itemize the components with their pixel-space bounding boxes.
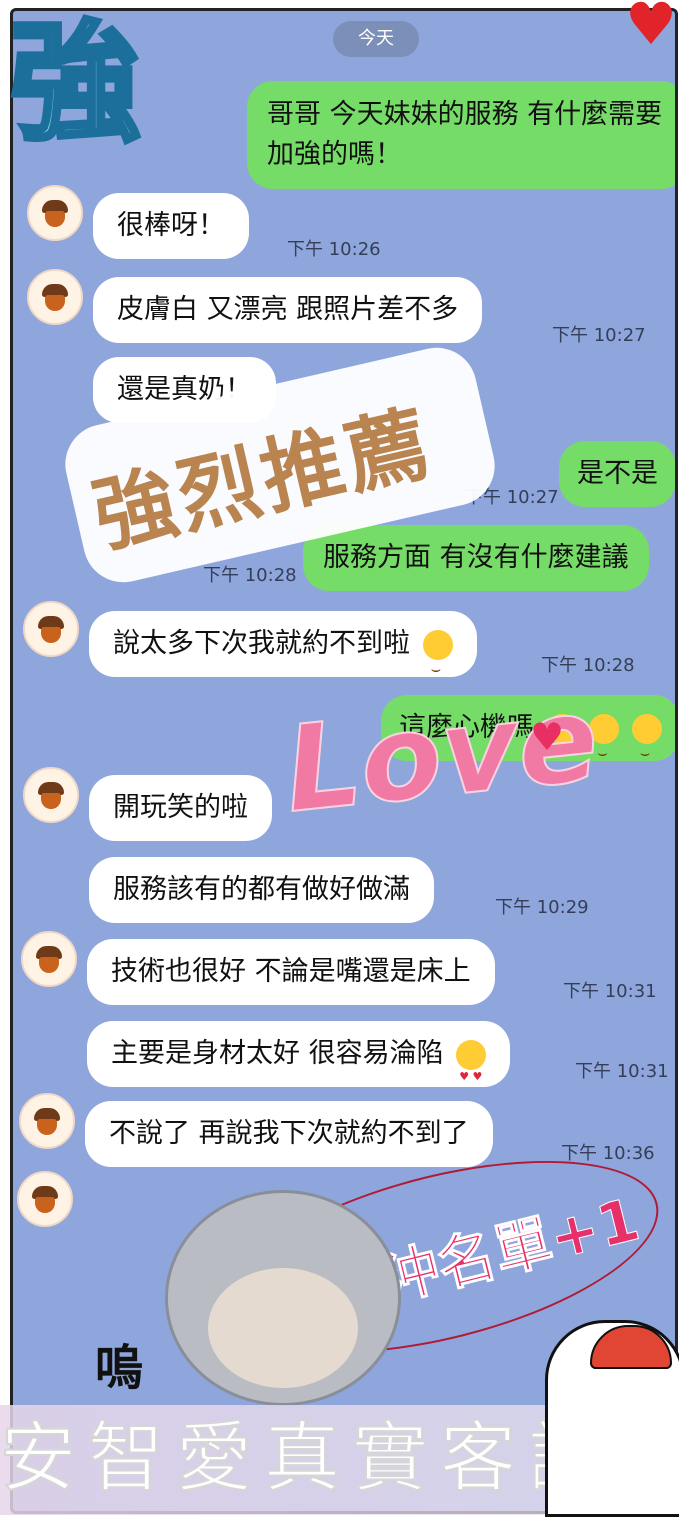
message-text: 很棒呀！: [117, 210, 225, 241]
tears-of-joy-emoji: [631, 713, 662, 786]
outgoing-message[interactable]: 服務方面 有沒有什麼建議: [303, 525, 649, 591]
outgoing-message[interactable]: 哥哥 今天妹妹的服務 有什麼需要加強的嗎！: [247, 81, 675, 189]
message-text: 服務該有的都有做好做滿: [113, 874, 410, 905]
sob-text: 嗚: [95, 1340, 144, 1396]
message-time: 下午 10:29: [495, 897, 589, 918]
avatar[interactable]: [17, 1171, 73, 1227]
incoming-message[interactable]: 開玩笑的啦: [89, 775, 272, 841]
message-time: 下午 10:27: [552, 325, 646, 346]
acorn-icon: [36, 614, 66, 644]
avatar[interactable]: [27, 185, 83, 241]
heart-icon: ♥: [625, 0, 677, 58]
message-text: 是不是: [577, 458, 658, 489]
incoming-message[interactable]: 技術也很好 不論是嘴還是床上: [87, 939, 495, 1005]
date-separator: 今天: [333, 21, 419, 57]
message-time: 下午 10:31: [563, 981, 657, 1002]
avatar[interactable]: [27, 269, 83, 325]
acorn-icon: [40, 198, 70, 228]
acorn-icon: [30, 1184, 60, 1214]
message-time: 下午 10:28: [203, 565, 297, 586]
message-text: 哥哥 今天妹妹的服務 有什麼需要加強的嗎！: [267, 99, 663, 170]
heart-eyes-emoji: [456, 1039, 487, 1110]
incoming-message[interactable]: 不說了 再說我下次就約不到了: [85, 1101, 493, 1167]
message-time: 下午 10:26: [287, 239, 381, 260]
acorn-icon: [40, 282, 70, 312]
heart-icon: ♥: [530, 715, 565, 759]
message-text: 主要是身材太好 很容易淪陷: [111, 1038, 444, 1069]
message-text: 說太多下次我就約不到啦: [113, 628, 410, 659]
avatar[interactable]: [23, 601, 79, 657]
incoming-message[interactable]: 皮膚白 又漂亮 跟照片差不多: [93, 277, 483, 343]
message-text: 服務方面 有沒有什麼建議: [323, 542, 629, 573]
strong-sticker: 強: [8, 5, 143, 162]
avatar[interactable]: [19, 1093, 75, 1149]
message-text: 不說了 再說我下次就約不到了: [109, 1118, 469, 1149]
avatar[interactable]: [23, 767, 79, 823]
acorn-icon: [36, 780, 66, 810]
avatar[interactable]: [21, 931, 77, 987]
incoming-message[interactable]: 說太多下次我就約不到啦: [89, 611, 477, 702]
message-text: 開玩笑的啦: [113, 792, 248, 823]
crying-cat-sticker: [165, 1190, 401, 1406]
message-text: 技術也很好 不論是嘴還是床上: [111, 956, 471, 987]
rolling-laugh-emoji: [422, 629, 453, 702]
incoming-message[interactable]: 主要是身材太好 很容易淪陷: [87, 1021, 511, 1110]
incoming-message[interactable]: 很棒呀！: [93, 193, 249, 259]
acorn-icon: [34, 944, 64, 974]
outgoing-message[interactable]: 是不是: [559, 441, 675, 507]
acorn-icon: [32, 1106, 62, 1136]
message-time: 下午 10:31: [575, 1061, 669, 1082]
message-text: 皮膚白 又漂亮 跟照片差不多: [117, 294, 459, 325]
incoming-message[interactable]: 服務該有的都有做好做滿: [89, 857, 434, 923]
